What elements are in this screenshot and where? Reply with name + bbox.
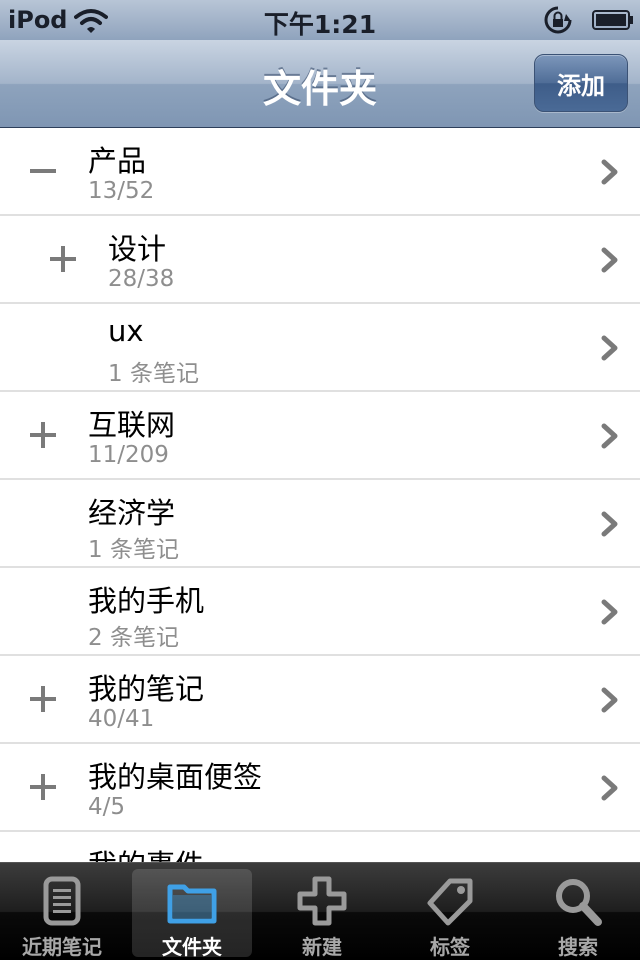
chevron-right-icon	[601, 423, 618, 449]
folder-row[interactable]: ux 1 条笔记	[0, 304, 640, 392]
folder-list: 产品 13/52 设计 28/38 ux 1 条笔记 互联网 11/209 经济学 1 条笔记 我的…	[0, 128, 640, 862]
chevron-right-icon	[601, 511, 618, 537]
rotation-lock-icon	[544, 6, 572, 34]
folder-title: 产品	[88, 144, 147, 178]
folder-note-count: 1 条笔记	[108, 361, 199, 387]
folder-title: 我的手机	[88, 584, 205, 618]
folder-row[interactable]: 互联网 11/209	[0, 392, 640, 480]
new-plus-icon	[297, 876, 347, 926]
folder-title: 互联网	[88, 408, 176, 442]
folder-row[interactable]: 我的手机 2 条笔记	[0, 568, 640, 656]
folder-row[interactable]: 我的桌面便签 4/5	[0, 744, 640, 832]
folder-note-count: 11/209	[88, 442, 169, 468]
folder-note-count: 2 条笔记	[88, 625, 179, 651]
folder-title: 我的事件	[88, 842, 204, 862]
folder-title: 我的桌面便签	[88, 760, 263, 794]
tab-label: 搜索	[558, 935, 598, 959]
folder-row[interactable]: 我的笔记 40/41	[0, 656, 640, 744]
tab-bar: 近期笔记 文件夹 新建 标签 搜索	[0, 862, 640, 960]
folder-note-count: 4/5	[88, 794, 126, 820]
tab-recent-notes[interactable]: 近期笔记	[2, 869, 122, 959]
expand-plus-icon[interactable]	[46, 242, 80, 276]
folder-note-count: 13/52	[88, 178, 155, 204]
expand-plus-icon[interactable]	[26, 418, 60, 452]
tab-label: 近期笔记	[22, 935, 102, 959]
expand-plus-icon[interactable]	[26, 682, 60, 716]
tab-label: 文件夹	[162, 935, 222, 959]
chevron-right-icon	[601, 775, 618, 801]
nav-bar: 文件夹 添加	[0, 40, 640, 128]
folder-title: 设计	[108, 232, 167, 266]
chevron-right-icon	[601, 599, 618, 625]
status-bar: iPod 下午1:21	[0, 0, 640, 40]
folder-icon	[167, 884, 217, 924]
chevron-right-icon	[601, 335, 618, 361]
tab-label: 标签	[430, 935, 470, 959]
expand-plus-icon[interactable]	[26, 770, 60, 804]
add-button[interactable]: 添加	[534, 54, 628, 112]
folder-row[interactable]: 设计 28/38	[0, 216, 640, 304]
folder-note-count: 28/38	[108, 266, 175, 292]
folder-title: 我的笔记	[88, 672, 205, 706]
tab-label: 新建	[302, 935, 342, 959]
tag-icon	[427, 878, 473, 926]
tab-tag[interactable]: 标签	[390, 869, 510, 959]
collapse-minus-icon[interactable]	[26, 154, 60, 188]
folder-note-count: 40/41	[88, 706, 155, 732]
folder-row[interactable]: 我的事件	[0, 832, 640, 862]
chevron-right-icon	[601, 687, 618, 713]
tab-folder[interactable]: 文件夹	[132, 869, 252, 959]
tab-search[interactable]: 搜索	[518, 869, 638, 959]
folder-title: 经济学	[88, 496, 176, 530]
folder-row[interactable]: 经济学 1 条笔记	[0, 480, 640, 568]
folder-row[interactable]: 产品 13/52	[0, 128, 640, 216]
chevron-right-icon	[601, 247, 618, 273]
tab-new-plus[interactable]: 新建	[262, 869, 382, 959]
recent-notes-icon	[43, 876, 81, 926]
chevron-right-icon	[601, 159, 618, 185]
battery-icon	[592, 10, 633, 30]
folder-title: ux	[108, 314, 144, 348]
folder-note-count: 1 条笔记	[88, 537, 179, 563]
search-icon	[556, 879, 602, 926]
